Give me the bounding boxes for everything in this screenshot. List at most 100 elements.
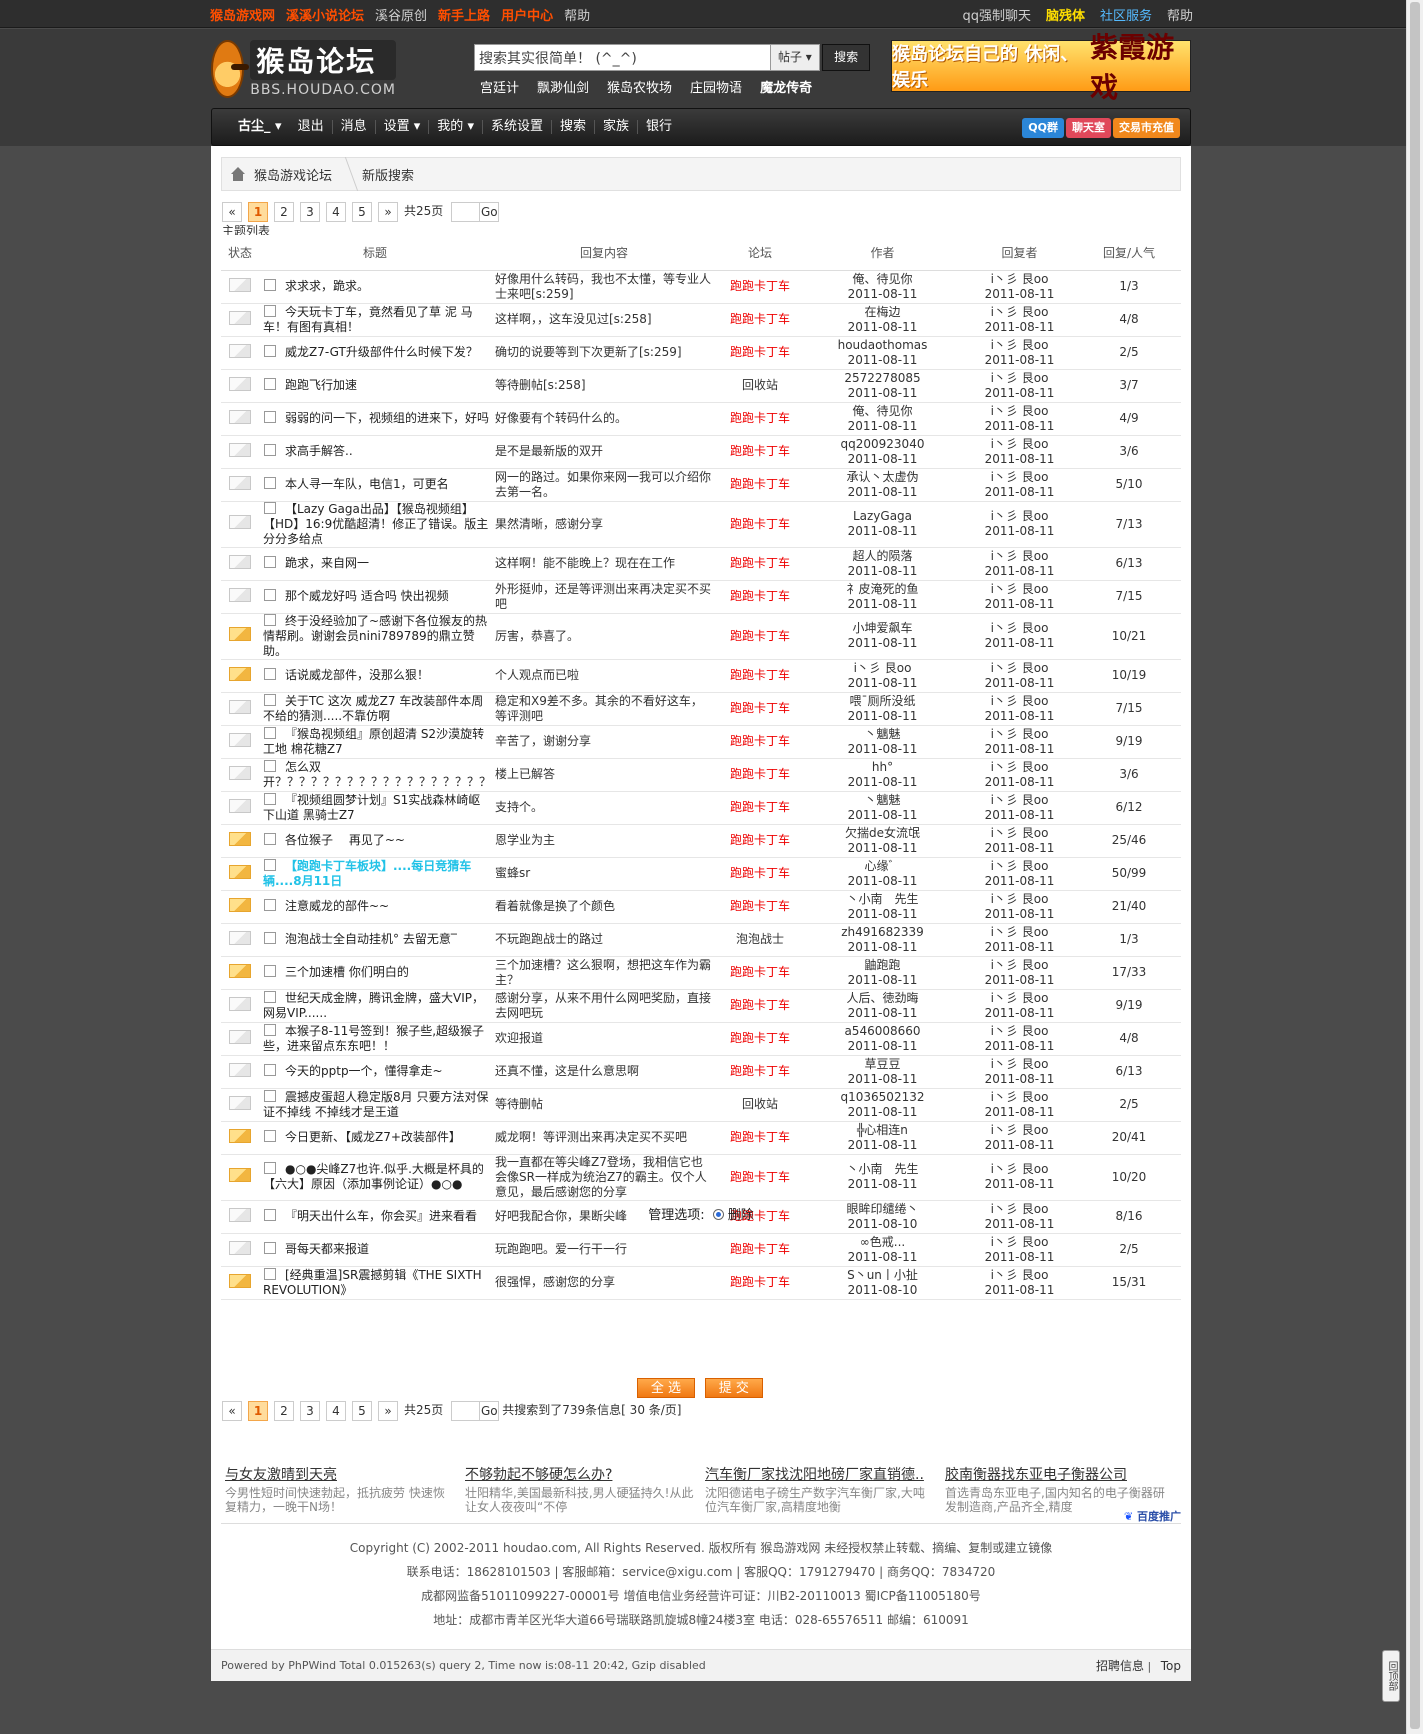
row-checkbox[interactable] [264, 932, 276, 944]
last-replier-link[interactable]: i丶彡 艮oo [962, 338, 1077, 353]
pager-page-5[interactable]: 5 [352, 1401, 372, 1421]
last-replier-link[interactable]: i丶彡 艮oo [962, 437, 1077, 452]
hot-link-gongtingji[interactable]: 宫廷计 [480, 81, 519, 96]
topic-title-link[interactable]: ●○●尖峰Z7也许.似乎.大概是杯具的【六大】原因（添加事例论证）●○● [263, 1162, 484, 1191]
hot-link-farm[interactable]: 猴岛农牧场 [607, 81, 672, 96]
topic-title-link[interactable]: 跪求，来自网一 [285, 556, 369, 570]
topic-title-link[interactable]: 震撼皮蛋超人稳定版8月 只要方法对保证不掉线 不掉线才是王道 [263, 1090, 488, 1119]
reply-content-link[interactable]: 恩学业为主 [495, 833, 555, 847]
nav-bank[interactable]: 银行 [638, 120, 680, 134]
row-checkbox[interactable] [264, 1242, 276, 1254]
ad-title[interactable]: 汽车衡厂家找沈阳地磅厂家直销德.. [705, 1464, 935, 1484]
last-replier-link[interactable]: i丶彡 艮oo [962, 991, 1077, 1006]
topic-title-link[interactable]: 今日更新、【威龙Z7+改装部件】 [285, 1130, 461, 1144]
pager-go-button[interactable]: Go [479, 202, 500, 222]
top-link-houdao[interactable]: 猴岛游戏网 [210, 9, 275, 24]
forum-link[interactable]: 跑跑卡丁车 [730, 1275, 790, 1289]
row-checkbox[interactable] [264, 965, 276, 977]
author-link[interactable]: 在梅边 [803, 305, 962, 320]
delete-radio[interactable] [712, 1209, 724, 1220]
author-link[interactable]: zh491682339 [803, 925, 962, 940]
last-replier-link[interactable]: i丶彡 艮oo [962, 549, 1077, 564]
reply-content-link[interactable]: 这样啊！能不能晚上？现在在工作 [495, 556, 675, 570]
row-checkbox[interactable] [264, 1023, 276, 1036]
forum-link[interactable]: 跑跑卡丁车 [730, 1031, 790, 1045]
reply-content-link[interactable]: 欢迎报道 [495, 1031, 543, 1045]
pager-page-1[interactable]: 1 [248, 1401, 268, 1421]
last-replier-link[interactable]: i丶彡 艮oo [962, 826, 1077, 841]
last-replier-link[interactable]: i丶彡 艮oo [962, 694, 1077, 709]
top-link-newbie[interactable]: 新手上路 [438, 9, 490, 24]
reply-content-link[interactable]: 等待删帖[s:258] [495, 378, 586, 392]
last-replier-link[interactable]: i丶彡 艮oo [962, 793, 1077, 808]
forum-link[interactable]: 跑跑卡丁车 [730, 998, 790, 1012]
site-logo[interactable]: 猴岛论坛 BBS.HOUDAO.COM [211, 37, 396, 100]
reply-content-link[interactable]: 支持个。 [495, 800, 543, 814]
forum-link[interactable]: 跑跑卡丁车 [730, 279, 790, 293]
last-replier-link[interactable]: i丶彡 艮oo [962, 470, 1077, 485]
search-button[interactable]: 搜索 [822, 44, 871, 71]
author-link[interactable]: qq200923040 [803, 437, 962, 452]
pager-jump-input[interactable] [451, 1401, 480, 1421]
reply-content-link[interactable]: 不玩跑跑战士的路过 [495, 932, 603, 946]
search-input[interactable] [474, 44, 771, 71]
author-link[interactable]: 欠揣de女流氓 [803, 826, 962, 841]
forum-link[interactable]: 跑跑卡丁车 [730, 444, 790, 458]
chat-room-button[interactable]: 聊天室 [1066, 118, 1111, 138]
author-link[interactable]: 俺、待见你 [803, 272, 962, 287]
last-replier-link[interactable]: i丶彡 艮oo [962, 1268, 1077, 1283]
topic-title-link[interactable]: 【跑跑卡丁车板块】....每日竞猜车辆....8月11日 [263, 859, 471, 888]
topic-title-link[interactable]: 世纪天成金牌，腾讯金牌，盛大VIP，网易VIP...... [263, 991, 484, 1020]
author-link[interactable]: 礻皮淹死的鱼 [803, 582, 962, 597]
topic-title-link[interactable]: 求高手解答.. [285, 444, 353, 458]
reply-content-link[interactable]: 好像要有个转码什么的。 [495, 411, 627, 425]
hot-link-manor[interactable]: 庄园物语 [690, 81, 742, 96]
reply-content-link[interactable]: 是不是最新版的双开 [495, 444, 603, 458]
pager-next[interactable]: » [378, 202, 398, 222]
forum-link[interactable]: 跑跑卡丁车 [730, 345, 790, 359]
ad-title[interactable]: 不够勃起不够硬怎么办? [465, 1464, 695, 1484]
top-link-help[interactable]: 帮助 [564, 9, 590, 24]
reply-content-link[interactable]: 很强悍，感谢您的分享 [495, 1275, 615, 1289]
row-checkbox[interactable] [264, 833, 276, 845]
row-checkbox[interactable] [264, 1162, 276, 1174]
reply-content-link[interactable]: 这样啊，，这车没见过[s:258] [495, 312, 652, 326]
last-replier-link[interactable]: i丶彡 艮oo [962, 305, 1077, 320]
row-checkbox[interactable] [264, 990, 276, 1003]
nav-user-menu[interactable]: 古尘_ ▾ [230, 120, 290, 134]
forum-link[interactable]: 跑跑卡丁车 [730, 629, 790, 643]
pager-page-3[interactable]: 3 [300, 1401, 320, 1421]
pager-page-3[interactable]: 3 [300, 202, 320, 222]
pager-page-2[interactable]: 2 [274, 202, 294, 222]
pager-page-5[interactable]: 5 [352, 202, 372, 222]
reply-content-link[interactable]: 网一的路过。如果你来网一我可以介绍你去第一名。 [495, 470, 711, 499]
row-checkbox[interactable] [264, 792, 276, 805]
nav-logout[interactable]: 退出 [290, 120, 333, 134]
breadcrumb-home[interactable]: 猴岛游戏论坛 [254, 165, 332, 184]
last-replier-link[interactable]: i丶彡 艮oo [962, 760, 1077, 775]
last-replier-link[interactable]: i丶彡 艮oo [962, 859, 1077, 874]
nav-system-settings[interactable]: 系统设置 [483, 120, 552, 134]
jobs-link[interactable]: 招聘信息 [1096, 1659, 1144, 1673]
row-checkbox[interactable] [264, 345, 276, 357]
author-link[interactable]: 丶小南 先生 [803, 1162, 962, 1177]
forum-link[interactable]: 跑跑卡丁车 [730, 1064, 790, 1078]
topic-title-link[interactable]: 怎么双开？？？？？？？？？？？？？？？？？？？ [263, 760, 491, 789]
pager-go-button[interactable]: Go [479, 1401, 500, 1421]
topic-title-link[interactable]: 跑跑飞行加速 [285, 378, 357, 392]
topic-title-link[interactable]: 弱弱的问一下，视频组的进来下，好吗 [285, 411, 489, 425]
author-link[interactable]: S丶un丨小扯 [803, 1268, 962, 1283]
last-replier-link[interactable]: i丶彡 艮oo [962, 1162, 1077, 1177]
row-checkbox[interactable] [264, 726, 276, 739]
top-link-qq-chat[interactable]: qq强制聊天 [962, 9, 1031, 24]
last-replier-link[interactable]: i丶彡 艮oo [962, 1090, 1077, 1105]
pager-page-2[interactable]: 2 [274, 1401, 294, 1421]
author-link[interactable]: 人后、徳劲晦 [803, 991, 962, 1006]
author-link[interactable]: 丶魑魅 [803, 793, 962, 808]
row-checkbox[interactable] [264, 411, 276, 423]
forum-link[interactable]: 跑跑卡丁车 [730, 668, 790, 682]
row-checkbox[interactable] [264, 1130, 276, 1142]
author-link[interactable]: ╬心相连n [803, 1123, 962, 1138]
top-link-user-center[interactable]: 用户中心 [501, 9, 553, 24]
forum-link[interactable]: 回收站 [742, 378, 778, 392]
